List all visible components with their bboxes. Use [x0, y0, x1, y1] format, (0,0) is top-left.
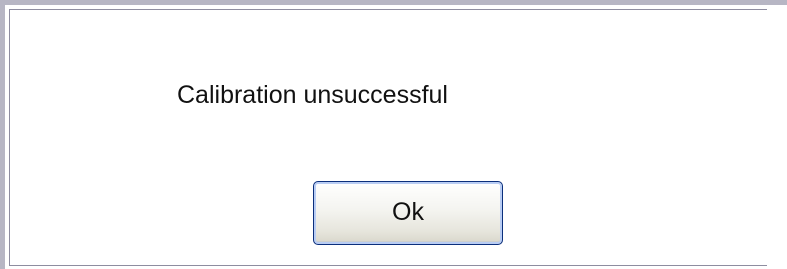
- dialog-message: Calibration unsuccessful: [177, 81, 448, 109]
- calibration-dialog: Calibration unsuccessful Ok: [0, 0, 787, 269]
- ok-button[interactable]: Ok: [313, 181, 503, 245]
